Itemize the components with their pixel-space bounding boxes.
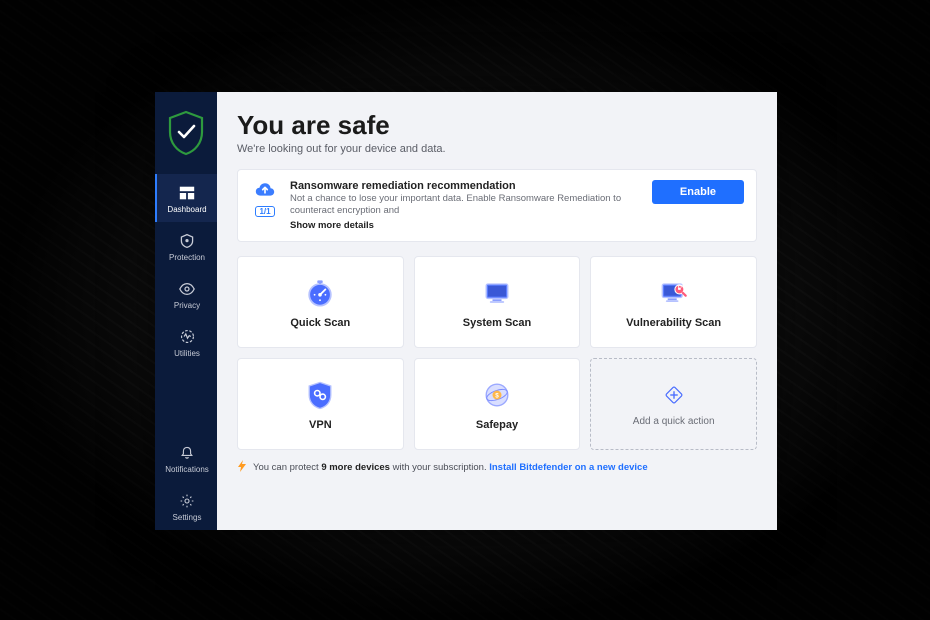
dashboard-icon [177, 183, 197, 203]
recommendation-description: Not a chance to lose your important data… [290, 193, 642, 218]
monitor-icon [479, 275, 515, 311]
eye-icon [177, 279, 197, 299]
footer-promo: You can protect 9 more devices with your… [237, 460, 757, 475]
safepay-globe-icon: $ [479, 377, 515, 413]
show-more-details-link[interactable]: Show more details [290, 220, 642, 231]
sidebar-item-notifications[interactable]: Notifications [155, 434, 217, 482]
card-label: Safepay [476, 419, 518, 431]
recommendation-card: 1/1 Ransomware remediation recommendatio… [237, 169, 757, 242]
sidebar-item-dashboard[interactable]: Dashboard [155, 174, 217, 222]
app-window: Dashboard Protection Privacy Utilities [155, 92, 777, 530]
cloud-up-icon [254, 180, 276, 202]
main-content: You are safe We're looking out for your … [217, 92, 777, 530]
sidebar-item-label: Notifications [165, 465, 209, 474]
quick-action-quick-scan[interactable]: Quick Scan [237, 256, 404, 348]
quick-action-system-scan[interactable]: System Scan [414, 256, 581, 348]
footer-text: You can protect 9 more devices with your… [253, 462, 648, 473]
bolt-icon [237, 460, 247, 475]
bell-icon [177, 443, 197, 463]
shield-icon [177, 231, 197, 251]
gear-activity-icon [177, 327, 197, 347]
sidebar-item-label: Privacy [174, 301, 200, 310]
card-label: System Scan [463, 317, 531, 329]
brand-logo [155, 92, 217, 174]
enable-button[interactable]: Enable [652, 180, 744, 204]
sidebar-item-label: Dashboard [167, 205, 206, 214]
sidebar-item-label: Protection [169, 253, 205, 262]
quick-action-vpn[interactable]: VPN [237, 358, 404, 450]
sidebar: Dashboard Protection Privacy Utilities [155, 92, 217, 530]
vpn-shield-icon [302, 377, 338, 413]
card-label: Quick Scan [290, 317, 350, 329]
recommendation-counter-badge: 1/1 [255, 206, 274, 217]
hero-subtitle: We're looking out for your device and da… [237, 143, 757, 155]
card-label: Add a quick action [633, 416, 715, 427]
card-label: VPN [309, 419, 332, 431]
card-label: Vulnerability Scan [626, 317, 721, 329]
svg-text:$: $ [495, 392, 499, 399]
sidebar-item-label: Settings [173, 513, 202, 522]
quick-action-safepay[interactable]: $ Safepay [414, 358, 581, 450]
quick-actions-grid: Quick Scan System Scan [237, 256, 757, 450]
monitor-search-icon [656, 275, 692, 311]
sidebar-item-privacy[interactable]: Privacy [155, 270, 217, 318]
sidebar-item-settings[interactable]: Settings [155, 482, 217, 530]
stopwatch-icon [302, 275, 338, 311]
install-new-device-link[interactable]: Install Bitdefender on a new device [489, 462, 647, 473]
gear-icon [177, 491, 197, 511]
sidebar-item-protection[interactable]: Protection [155, 222, 217, 270]
plus-diamond-icon [659, 380, 689, 410]
shield-check-icon [166, 110, 206, 156]
add-quick-action-card[interactable]: Add a quick action [590, 358, 757, 450]
quick-action-vulnerability-scan[interactable]: Vulnerability Scan [590, 256, 757, 348]
recommendation-title: Ransomware remediation recommendation [290, 180, 642, 192]
hero-title: You are safe [237, 110, 757, 141]
sidebar-item-label: Utilities [174, 349, 200, 358]
sidebar-item-utilities[interactable]: Utilities [155, 318, 217, 366]
